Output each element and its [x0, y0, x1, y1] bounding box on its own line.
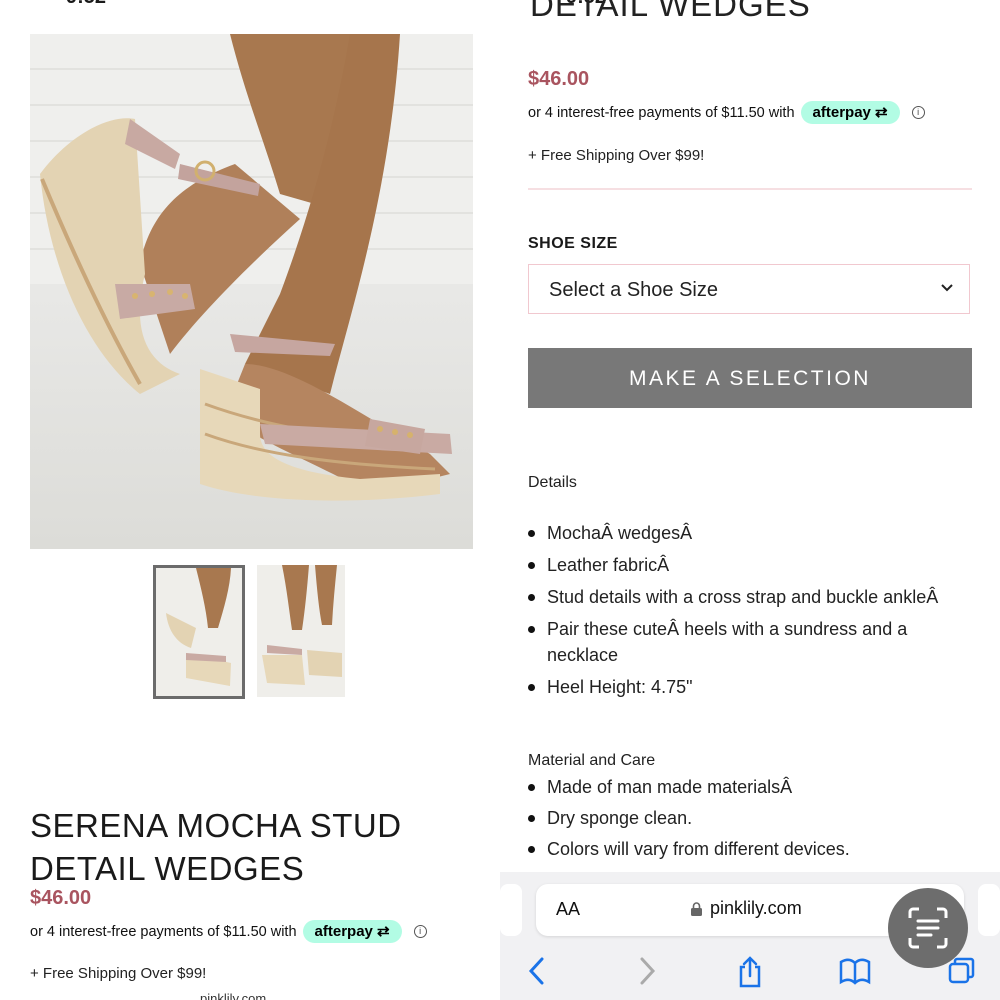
next-tab-card[interactable]	[978, 884, 1000, 936]
product-title-clipped: DETAIL WEDGES	[530, 0, 811, 23]
afterpay-brand: afterpay	[314, 923, 373, 940]
tabs-icon[interactable]	[946, 956, 978, 986]
shoe-size-label: SHOE SIZE	[528, 235, 618, 252]
wedge-sandals-illustration	[40, 34, 452, 501]
product-title-line-1: SERENA MOCHA STUD	[30, 807, 402, 845]
product-price: $46.00	[528, 68, 590, 90]
previous-tab-card[interactable]	[500, 884, 522, 936]
status-time: 9:52	[66, 0, 106, 9]
bookmarks-icon[interactable]	[838, 956, 872, 986]
afterpay-badge[interactable]: afterpay ⇄	[302, 920, 402, 943]
right-screenshot: 9:52 DETAIL WEDGES $46.00 or 4 interest-…	[500, 0, 1000, 1000]
afterpay-brand: afterpay	[812, 104, 871, 121]
status-bar: 9:52	[0, 0, 500, 9]
share-icon[interactable]	[736, 956, 764, 988]
afterpay-text: or 4 interest-free payments of $11.50 wi…	[30, 923, 297, 940]
forward-icon[interactable]	[636, 956, 658, 986]
afterpay-line: or 4 interest-free payments of $11.50 wi…	[30, 920, 427, 943]
image-thumbnails	[153, 565, 345, 699]
material-item: Dry sponge clean.	[528, 805, 968, 831]
free-shipping-text: + Free Shipping Over $99!	[528, 147, 705, 164]
browser-toolbar: AA pinklily.com	[500, 872, 1000, 1000]
back-icon[interactable]	[526, 956, 548, 986]
thumbnail-1[interactable]	[153, 565, 245, 699]
afterpay-badge[interactable]: afterpay ⇄	[800, 101, 900, 124]
shoe-size-selected-value: Select a Shoe Size	[549, 279, 718, 301]
thumbnail-2[interactable]	[257, 565, 345, 697]
info-icon[interactable]: i	[413, 925, 427, 938]
url-host: pinklily.com	[710, 898, 802, 918]
info-icon[interactable]: i	[911, 106, 925, 119]
product-main-image[interactable]	[30, 34, 473, 549]
product-title: SERENA MOCHA STUD DETAIL WEDGES	[30, 804, 470, 890]
material-heading: Material and Care	[528, 752, 656, 769]
reader-text-size-button[interactable]: AA	[556, 899, 580, 920]
divider	[528, 188, 972, 190]
material-item: Made of man made materialsÂ	[528, 774, 968, 800]
details-list: MochaÂ wedgesÂ Leather fabricÂ Stud deta…	[528, 520, 968, 706]
afterpay-line: or 4 interest-free payments of $11.50 wi…	[528, 101, 925, 124]
chevron-down-icon	[941, 284, 953, 292]
details-heading: Details	[528, 474, 577, 491]
left-screenshot: 9:52	[0, 0, 500, 1000]
product-title-line-2: DETAIL WEDGES	[30, 850, 305, 888]
url-partial: pinklily.com	[200, 991, 267, 1000]
afterpay-text: or 4 interest-free payments of $11.50 wi…	[528, 104, 795, 121]
shoe-size-select[interactable]: Select a Shoe Size	[528, 264, 970, 314]
free-shipping-text: + Free Shipping Over $99!	[30, 965, 207, 982]
details-item: Heel Height: 4.75"	[528, 674, 968, 700]
details-item: Stud details with a cross strap and buck…	[528, 584, 968, 610]
make-selection-button[interactable]: MAKE A SELECTION	[528, 348, 972, 408]
product-price: $46.00	[30, 887, 92, 909]
details-item: MochaÂ wedgesÂ	[528, 520, 968, 546]
details-item: Leather fabricÂ	[528, 552, 968, 578]
material-item: Colors will vary from different devices.	[528, 836, 968, 862]
details-item: Pair these cuteÂ heels with a sundress a…	[528, 616, 968, 668]
lock-icon	[691, 902, 702, 916]
material-list: Made of man made materialsÂ Dry sponge c…	[528, 774, 968, 867]
